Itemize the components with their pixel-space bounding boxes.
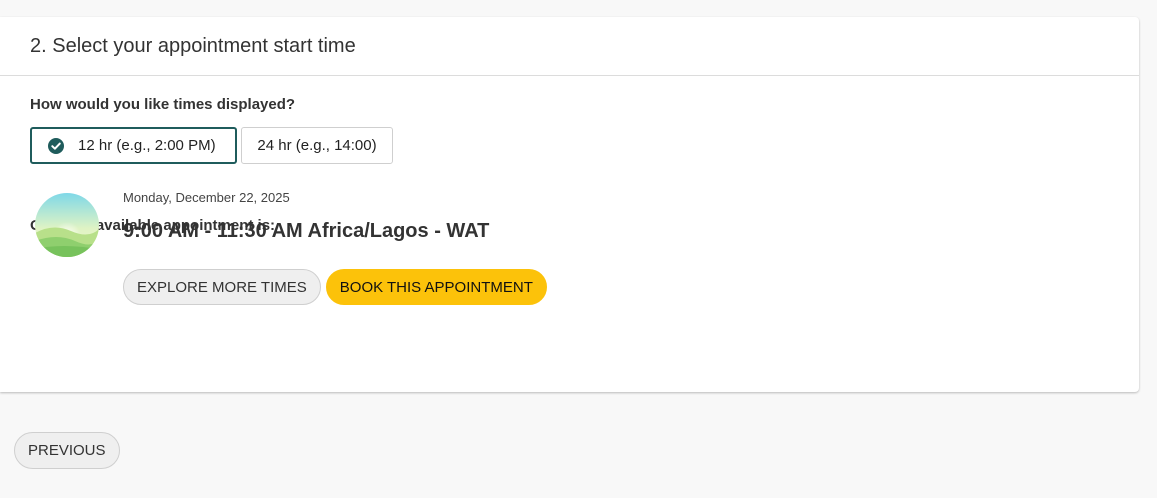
time-format-question: How would you like times displayed? xyxy=(30,96,296,113)
format-24hr-label: 24 hr (e.g., 14:00) xyxy=(257,137,377,154)
step-title: 2. Select your appointment start time xyxy=(30,34,356,57)
format-24hr-button[interactable]: 24 hr (e.g., 14:00) xyxy=(241,127,393,164)
check-circle-icon xyxy=(48,137,64,154)
format-12hr-label: 12 hr (e.g., 2:00 PM) xyxy=(78,137,216,154)
previous-button[interactable]: PREVIOUS xyxy=(14,432,120,469)
format-12hr-button[interactable]: 12 hr (e.g., 2:00 PM) xyxy=(30,127,237,164)
appointment-time-range: 9:00 AM - 11:30 AM Africa/Lagos - WAT xyxy=(123,220,490,242)
appointment-date: Monday, December 22, 2025 xyxy=(123,190,290,205)
appointment-actions: EXPLORE MORE TIMES BOOK THIS APPOINTMENT xyxy=(123,269,547,305)
time-format-toggle-group: 12 hr (e.g., 2:00 PM) 24 hr (e.g., 14:00… xyxy=(30,127,393,164)
book-appointment-button[interactable]: BOOK THIS APPOINTMENT xyxy=(325,269,547,305)
appointment-time-card: 2. Select your appointment start time Ho… xyxy=(0,17,1139,392)
card-header: 2. Select your appointment start time xyxy=(0,17,1139,76)
explore-more-times-button[interactable]: EXPLORE MORE TIMES xyxy=(123,269,321,305)
landscape-avatar-icon xyxy=(35,193,99,257)
